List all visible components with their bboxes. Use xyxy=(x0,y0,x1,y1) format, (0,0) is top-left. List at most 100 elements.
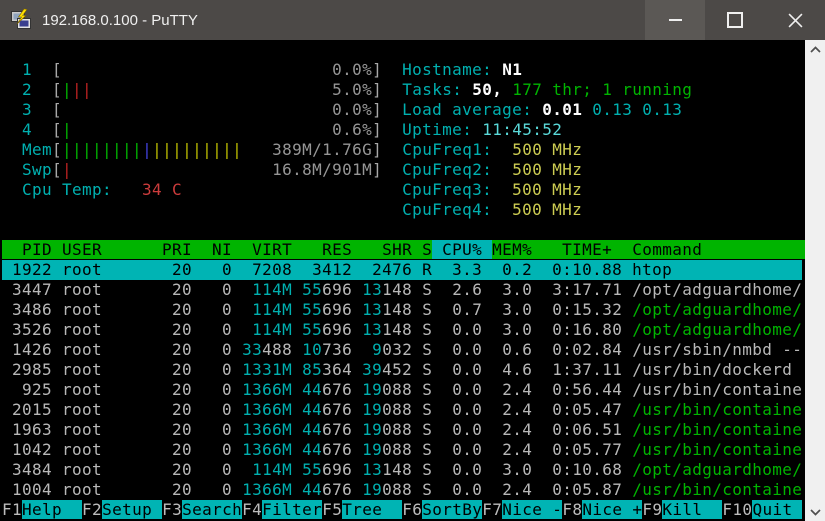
text-segment: 19 xyxy=(362,380,383,399)
text-segment: 44 xyxy=(302,400,323,419)
process-row[interactable]: 1042 root 20 0 1366M 44676 19088 S 0.0 2… xyxy=(2,440,802,460)
kill-button[interactable]: Kill xyxy=(662,500,723,519)
text-segment: 44 xyxy=(302,380,323,399)
f6-key[interactable]: F6 xyxy=(402,500,422,519)
minimize-button[interactable] xyxy=(645,0,705,40)
mem-buffers-bar: | xyxy=(142,140,153,159)
swap-used-bar: | xyxy=(62,160,73,179)
sortby-button[interactable]: SortBy xyxy=(422,500,483,519)
text-segment: 676 xyxy=(322,440,353,459)
process-row[interactable]: 2985 root 20 0 1331M 85364 39452 S 0.0 4… xyxy=(2,360,802,380)
process-row[interactable]: 3486 root 20 0 114M 55696 13148 S 0.7 3.… xyxy=(2,300,802,320)
f9-key[interactable]: F9 xyxy=(642,500,662,519)
f4-key[interactable]: F4 xyxy=(242,500,262,519)
setup-button[interactable]: Setup xyxy=(102,500,163,519)
process-row[interactable]: 2015 root 20 0 1366M 44676 19088 S 0.0 2… xyxy=(2,400,802,420)
filter-button[interactable]: Filter xyxy=(262,500,323,519)
text-segment: 1366M xyxy=(242,480,293,499)
memory-meter: Mem[|||||||||||||||||| 389M/1.76G] CpuFr… xyxy=(2,140,802,160)
tree-button[interactable]: Tree xyxy=(342,500,403,519)
f3-key[interactable]: F3 xyxy=(162,500,182,519)
maximize-button[interactable] xyxy=(705,0,765,40)
process-row[interactable]: 1963 root 20 0 1366M 44676 19088 S 0.0 2… xyxy=(2,420,802,440)
process-row[interactable]: 925 root 20 0 1366M 44676 19088 S 0.0 2.… xyxy=(2,380,802,400)
close-button[interactable] xyxy=(765,0,825,40)
process-row-selected[interactable]: 1922 root 20 0 7208 3412 2476 R 3.3 0.2 … xyxy=(2,260,803,280)
bracket: [ xyxy=(52,160,63,179)
f1-key[interactable]: F1 xyxy=(2,500,22,519)
text-segment xyxy=(2,200,402,219)
text-segment: S 0.7 3.0 0:15.32 xyxy=(412,300,633,319)
text-segment: 2015 root 20 0 xyxy=(2,400,243,419)
search-button[interactable]: Search xyxy=(182,500,243,519)
cpufreq1-value: 500 MHz xyxy=(492,140,583,159)
f7-key[interactable]: F7 xyxy=(482,500,502,519)
f2-key[interactable]: F2 xyxy=(82,500,102,519)
sort-column-cpu[interactable]: CPU% xyxy=(432,240,493,259)
text-segment: 696 xyxy=(322,320,353,339)
mem-label: Mem xyxy=(2,140,53,159)
line-padding xyxy=(582,160,802,179)
cpufreq4-label: CpuFreq4: xyxy=(402,200,493,219)
text-segment xyxy=(92,80,332,99)
process-row[interactable]: 1004 root 20 0 1366M 44676 19088 S 0.0 2… xyxy=(2,480,802,500)
f5-key[interactable]: F5 xyxy=(322,500,342,519)
f8-key[interactable]: F8 xyxy=(562,500,582,519)
bracket: ] xyxy=(372,100,383,119)
text-segment xyxy=(352,300,362,319)
text-segment xyxy=(352,360,362,379)
text-segment: 55 xyxy=(302,280,323,299)
process-row[interactable]: 3484 root 20 0 114M 55696 13148 S 0.0 3.… xyxy=(2,460,802,480)
process-row[interactable]: 3526 root 20 0 114M 55696 13148 S 0.0 3.… xyxy=(2,320,802,340)
title-bar[interactable]: 192.168.0.100 - PuTTY xyxy=(0,0,825,40)
text-segment: 13 xyxy=(362,280,383,299)
text-segment: 3447 root 20 0 xyxy=(2,280,243,299)
command: /opt/adguardhome/ xyxy=(632,280,803,299)
bracket: [ xyxy=(52,100,63,119)
column-headers-right[interactable]: MEM% TIME+ Command xyxy=(492,240,703,259)
text-segment: 676 xyxy=(322,380,353,399)
command: /usr/bin/containe xyxy=(632,400,803,419)
text-segment: 925 root 20 0 xyxy=(2,380,243,399)
quit-button[interactable]: Quit xyxy=(752,500,803,519)
cpufreq4-value: 500 MHz xyxy=(492,200,583,219)
text-segment: 10 xyxy=(302,340,323,359)
cpu1-value: 0.0% xyxy=(332,60,373,79)
text-segment xyxy=(382,160,402,179)
uptime-value: 11:45:52 xyxy=(482,120,563,139)
text-segment xyxy=(72,160,272,179)
terminal-screen[interactable]: 1 [ 0.0%] Hostname: N1 2 [||| 5.0%] Task… xyxy=(0,40,805,521)
nice-plus-button[interactable]: Nice + xyxy=(582,500,643,519)
mem-cache-bars: ||||||||| xyxy=(152,140,243,159)
text-segment: 676 xyxy=(322,400,353,419)
text-segment: 696 xyxy=(322,280,353,299)
help-button[interactable]: Help xyxy=(22,500,83,519)
scroll-up-button[interactable] xyxy=(805,40,825,58)
text-segment: 55 xyxy=(302,320,323,339)
scroll-down-button[interactable] xyxy=(805,503,825,521)
process-table-header[interactable]: PID USER PRI NI VIRT RES SHR S CPU% MEM%… xyxy=(2,240,805,260)
column-headers-left[interactable]: PID USER PRI NI VIRT RES SHR S xyxy=(2,240,433,259)
mem-value: 389M/1.76G xyxy=(272,140,373,159)
selected-row-text[interactable]: 1922 root 20 0 7208 3412 2476 R 3.3 0.2 … xyxy=(2,260,802,279)
function-key-bar[interactable]: F1Help F2Setup F3SearchF4FilterF5Tree F6… xyxy=(2,500,803,520)
text-segment: 1366M xyxy=(242,420,293,439)
text-segment: 3526 root 20 0 xyxy=(2,320,243,339)
text-segment: 2985 root 20 0 xyxy=(2,360,243,379)
bracket: [ xyxy=(52,140,63,159)
scrollbar[interactable] xyxy=(805,40,825,521)
text-segment: 19 xyxy=(362,400,383,419)
process-row[interactable]: 3447 root 20 0 114M 55696 13148 S 2.6 3.… xyxy=(2,280,802,300)
command: /usr/bin/containe xyxy=(632,420,803,439)
text-segment xyxy=(292,300,302,319)
text-segment xyxy=(62,60,332,79)
text-segment: 19 xyxy=(362,420,383,439)
text-segment: S 0.0 3.0 0:16.80 xyxy=(412,320,633,339)
text-segment: 676 xyxy=(322,480,353,499)
line-padding xyxy=(582,180,802,199)
f10-key[interactable]: F10 xyxy=(722,500,752,519)
text-segment: 9 xyxy=(362,340,383,359)
nice-minus-button[interactable]: Nice - xyxy=(502,500,563,519)
process-row[interactable]: 1426 root 20 0 33488 10736 9032 S 0.0 0.… xyxy=(2,340,802,360)
cpu2-label: 2 xyxy=(2,80,53,99)
